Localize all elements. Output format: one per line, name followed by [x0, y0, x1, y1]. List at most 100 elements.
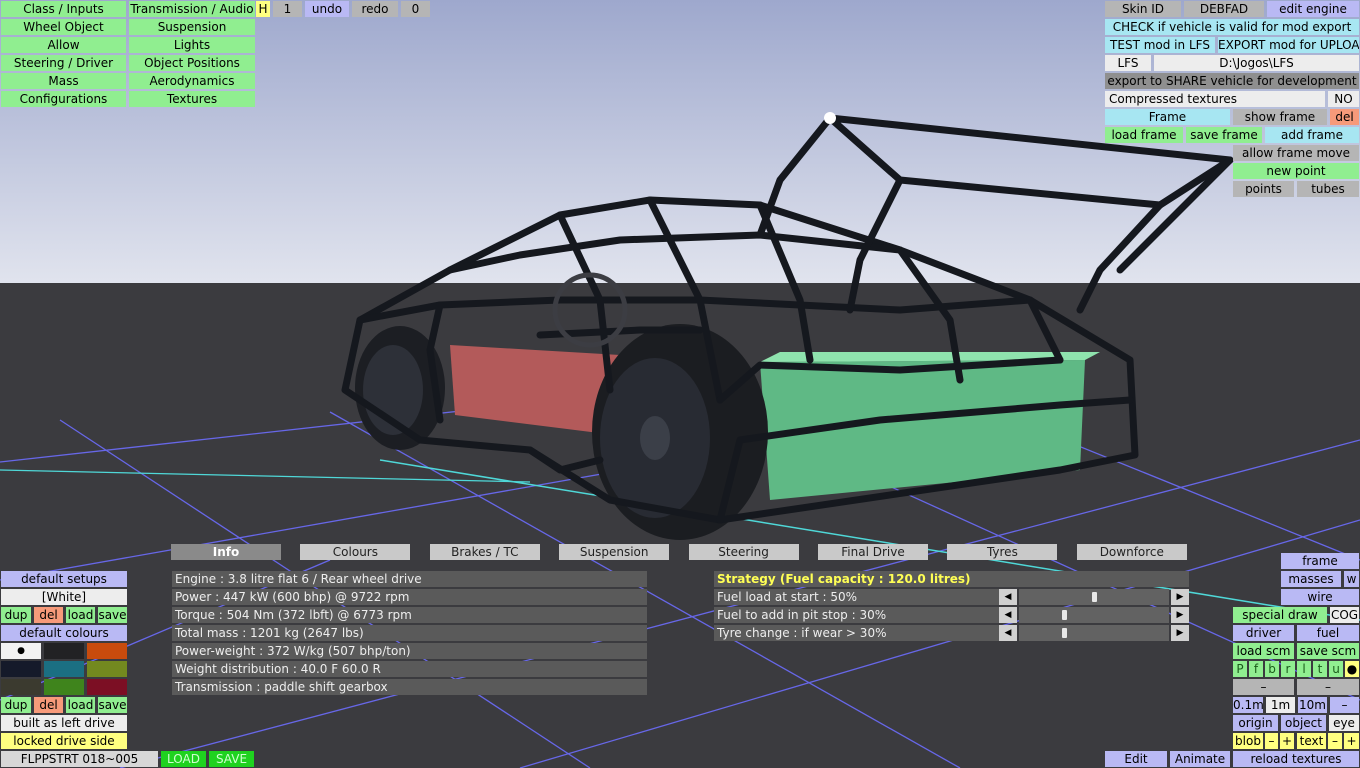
- add-frame-button[interactable]: add frame: [1265, 127, 1359, 143]
- blob-minus-button[interactable]: –: [1265, 733, 1278, 749]
- edit-engine-button[interactable]: edit engine: [1267, 1, 1359, 17]
- view-letter-r[interactable]: r: [1281, 661, 1295, 677]
- load-frame-button[interactable]: load frame: [1105, 127, 1183, 143]
- strategy-slider[interactable]: [1019, 607, 1169, 623]
- tab-steering[interactable]: Steering: [688, 544, 799, 560]
- locked-drive-side-button[interactable]: locked drive side: [1, 733, 127, 749]
- view-letter-P[interactable]: P: [1233, 661, 1247, 677]
- strategy-slider[interactable]: [1019, 625, 1169, 641]
- colour-swatch[interactable]: [87, 661, 127, 677]
- tab-final-drive[interactable]: Final Drive: [818, 544, 928, 560]
- allow-frame-move-button[interactable]: allow frame move: [1233, 145, 1359, 161]
- menu-aerodynamics[interactable]: Aerodynamics: [129, 73, 255, 89]
- setup-save-button[interactable]: save: [98, 607, 127, 623]
- setup-load-button[interactable]: load: [66, 607, 95, 623]
- default-colours-button[interactable]: default colours: [1, 625, 127, 641]
- driver-button[interactable]: driver: [1233, 625, 1294, 641]
- slider-left-arrow[interactable]: ◀: [999, 607, 1017, 623]
- w-button[interactable]: w: [1344, 571, 1359, 587]
- compressed-textures-toggle[interactable]: NO: [1328, 91, 1359, 107]
- load-scm-button[interactable]: load scm: [1233, 643, 1294, 659]
- setup-del-button[interactable]: del: [34, 607, 63, 623]
- debfad-button[interactable]: DEBFAD: [1184, 1, 1264, 17]
- dash-button-1[interactable]: –: [1233, 679, 1294, 695]
- delete-frame-button[interactable]: del: [1330, 109, 1359, 125]
- menu-lights[interactable]: Lights: [129, 37, 255, 53]
- view-letter-l[interactable]: l: [1297, 661, 1311, 677]
- export-upload-button[interactable]: EXPORT mod for UPLOAD: [1218, 37, 1359, 53]
- menu-textures[interactable]: Textures: [129, 91, 255, 107]
- colour-swatch[interactable]: ●: [1, 643, 41, 659]
- number-button[interactable]: 1: [273, 1, 302, 17]
- undo-button[interactable]: undo: [305, 1, 349, 17]
- slider-left-arrow[interactable]: ◀: [999, 589, 1017, 605]
- h-button[interactable]: H: [256, 1, 270, 17]
- wire-view-button[interactable]: wire: [1281, 589, 1359, 605]
- slider-right-arrow[interactable]: ▶: [1171, 607, 1189, 623]
- grid-10m-button[interactable]: 10m: [1298, 697, 1327, 713]
- colour-swatch[interactable]: [44, 679, 84, 695]
- new-point-button[interactable]: new point: [1233, 163, 1359, 179]
- export-share-button[interactable]: export to SHARE vehicle for development: [1105, 73, 1359, 89]
- colour-swatch[interactable]: [44, 643, 84, 659]
- points-button[interactable]: points: [1233, 181, 1294, 197]
- text-plus-button[interactable]: +: [1344, 733, 1359, 749]
- menu-class-inputs[interactable]: Class / Inputs: [1, 1, 126, 17]
- load-file-button[interactable]: LOAD: [161, 751, 206, 767]
- eye-button[interactable]: eye: [1329, 715, 1359, 731]
- tab-downforce[interactable]: Downforce: [1076, 544, 1187, 560]
- dash-button-2[interactable]: –: [1297, 679, 1359, 695]
- tab-suspension[interactable]: Suspension: [559, 544, 670, 560]
- slider-right-arrow[interactable]: ▶: [1171, 589, 1189, 605]
- frame-button[interactable]: Frame: [1105, 109, 1230, 125]
- blob-plus-button[interactable]: +: [1280, 733, 1294, 749]
- save-file-button[interactable]: SAVE: [209, 751, 254, 767]
- view-letter-f[interactable]: f: [1249, 661, 1263, 677]
- strategy-slider[interactable]: [1019, 589, 1169, 605]
- colour-swatch[interactable]: [1, 679, 41, 695]
- frame-view-button[interactable]: frame: [1281, 553, 1359, 569]
- menu-configurations[interactable]: Configurations: [1, 91, 126, 107]
- menu-allow[interactable]: Allow: [1, 37, 126, 53]
- save-scm-button[interactable]: save scm: [1297, 643, 1359, 659]
- save-frame-button[interactable]: save frame: [1186, 127, 1262, 143]
- view-letter-u[interactable]: u: [1329, 661, 1343, 677]
- tab-brakes-tc[interactable]: Brakes / TC: [429, 544, 540, 560]
- slider-knob[interactable]: [1092, 592, 1097, 602]
- menu-steering-driver[interactable]: Steering / Driver: [1, 55, 126, 71]
- menu-suspension[interactable]: Suspension: [129, 19, 255, 35]
- tab-colours[interactable]: Colours: [300, 544, 411, 560]
- show-frame-button[interactable]: show frame: [1233, 109, 1327, 125]
- tab-info[interactable]: Info: [171, 544, 281, 560]
- object-button[interactable]: object: [1281, 715, 1326, 731]
- slider-left-arrow[interactable]: ◀: [999, 625, 1017, 641]
- masses-view-button[interactable]: masses: [1281, 571, 1341, 587]
- origin-button[interactable]: origin: [1233, 715, 1278, 731]
- colour-swatch[interactable]: [87, 679, 127, 695]
- colour-swatch[interactable]: [1, 661, 41, 677]
- built-left-drive-button[interactable]: built as left drive: [1, 715, 127, 731]
- setup-dup-button[interactable]: dup: [1, 607, 31, 623]
- grid-minus-button[interactable]: –: [1330, 697, 1359, 713]
- text-minus-button[interactable]: –: [1328, 733, 1342, 749]
- cog-button[interactable]: COG: [1330, 607, 1359, 623]
- menu-transmission-audio[interactable]: Transmission / Audio: [129, 1, 255, 17]
- test-mod-button[interactable]: TEST mod in LFS: [1105, 37, 1215, 53]
- colour-dup-button[interactable]: dup: [1, 697, 31, 713]
- grid-1m-button[interactable]: 1m: [1266, 697, 1295, 713]
- skin-id-button[interactable]: Skin ID: [1105, 1, 1181, 17]
- view-letter-b[interactable]: b: [1265, 661, 1279, 677]
- slider-knob[interactable]: [1062, 610, 1067, 620]
- reload-textures-button[interactable]: reload textures: [1233, 751, 1359, 767]
- tab-tyres[interactable]: Tyres: [947, 544, 1058, 560]
- colour-swatch[interactable]: [44, 661, 84, 677]
- lfs-path[interactable]: D:\Jogos\LFS: [1154, 55, 1359, 71]
- tubes-button[interactable]: tubes: [1297, 181, 1359, 197]
- zero-button[interactable]: 0: [401, 1, 430, 17]
- menu-mass[interactable]: Mass: [1, 73, 126, 89]
- colour-swatch[interactable]: [87, 643, 127, 659]
- edit-mode-button[interactable]: Edit: [1105, 751, 1167, 767]
- colour-del-button[interactable]: del: [34, 697, 63, 713]
- fuel-button[interactable]: fuel: [1297, 625, 1359, 641]
- colour-load-button[interactable]: load: [66, 697, 95, 713]
